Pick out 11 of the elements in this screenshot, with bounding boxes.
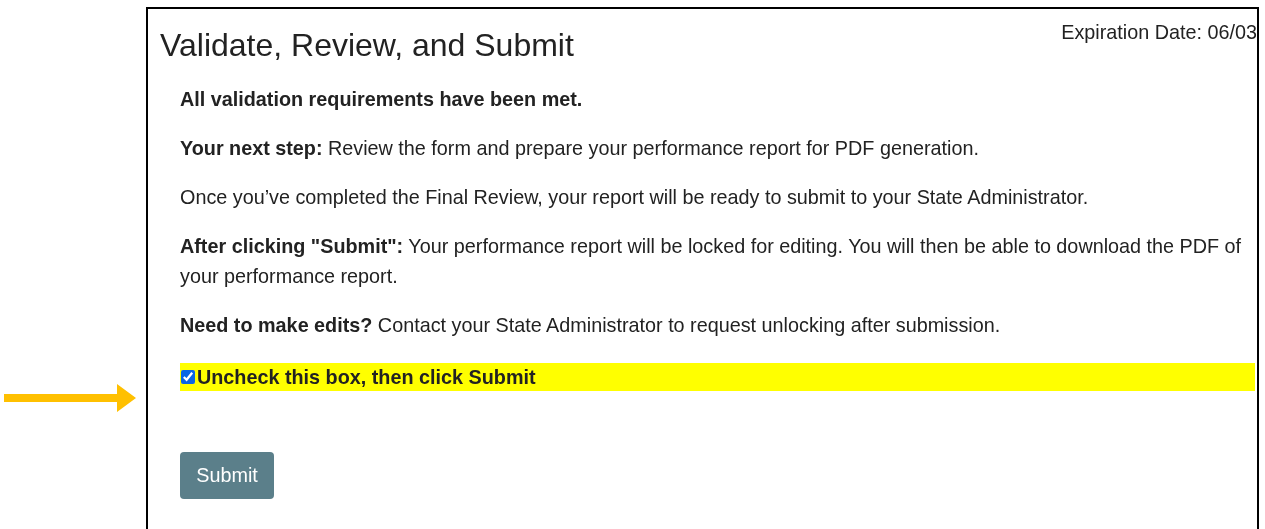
arrow-icon [4,384,136,412]
paragraph: All validation requirements have been met. [180,87,584,112]
paragraph: After clicking "Submit": Your performance report will be locked for editing. You will then be able to download the PDF of your performance report. [180,234,1243,289]
page-title: Validate, Review, and Submit [160,26,574,64]
paragraph: Need to make edits? Contact your State Administrator to request unlocking after submission. [180,313,1002,338]
checkbox[interactable] [181,370,195,384]
paragraph: Once you’ve completed the Final Review, your report will be ready to submit to your State Administrator. [180,185,1090,210]
paragraph: Your next step: Review the form and prepare your performance report for PDF generation. [180,136,980,161]
submit-button[interactable]: Submit [180,452,274,499]
expiration-date: Expiration Date: 06/03 [1061,21,1257,43]
checkbox-label: Uncheck this box, then click Submit [197,365,536,389]
